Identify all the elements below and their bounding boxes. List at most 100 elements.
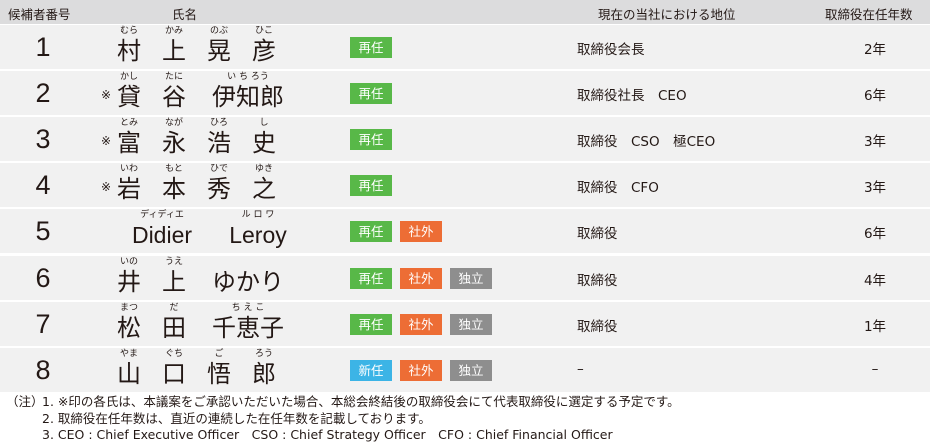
note-2: 2. 取締役在任年数は、直近の連続した在任年数を記載しております。 [42, 410, 431, 426]
name-part: まつ松 [116, 303, 142, 343]
candidate-row: 1 むら村かみ上のぶ晃ひこ彦再任 取締役会長 2年 [0, 25, 930, 69]
name-part: いの井 [116, 257, 142, 297]
candidate-row: 4 ※ いわ岩もと本ひで秀ゆき之再任 取締役 CFO 3年 [0, 163, 930, 208]
badge-new: 新任 [350, 359, 392, 381]
years-text: 4年 [863, 272, 887, 289]
name-part: ろう郎 [251, 349, 277, 389]
name-ruby: なが [164, 118, 183, 129]
name-text: 松 [117, 313, 141, 342]
name-text: 村 [117, 37, 141, 65]
name-text: 秀 [207, 175, 231, 204]
badge-independent: 独立 [450, 313, 492, 335]
badge-reappointed: 再任 [350, 221, 392, 243]
representative-mark: ※ [101, 88, 112, 103]
name-ruby: のぶ [209, 26, 228, 36]
note-row-3: 3. CEO : Chief Executive Officer CSO : C… [6, 427, 926, 444]
years-text: 6年 [863, 226, 887, 243]
name-ruby: ち え こ [231, 302, 265, 313]
name-text: 本 [162, 175, 186, 204]
name-text: 永 [162, 129, 186, 158]
name-text: 貸 [117, 83, 141, 112]
years-text: – [871, 360, 879, 377]
candidate-number: 7 [35, 308, 51, 339]
candidate-number: 6 [35, 262, 51, 293]
name-ruby: たに [164, 72, 183, 83]
name-part: ひで秀 [206, 164, 232, 204]
name-ruby: い ち ろう [227, 72, 269, 83]
notes-prefix: （注） [6, 394, 44, 409]
name-ruby: ディディエ [140, 210, 184, 221]
badge-reappointed: 再任 [350, 37, 392, 58]
position-text: 取締役 CSO 極CEO [577, 134, 716, 151]
badge-outside: 社外 [400, 221, 442, 243]
position-text: 取締役社長 CEO [577, 88, 687, 105]
badge-reappointed: 再任 [350, 83, 392, 105]
name-part: だ田 [161, 303, 187, 343]
candidate-table-page: 候補者番号 氏名 現在の当社における地位 取締役在任年数 1 むら村かみ上のぶ晃ひ… [0, 0, 930, 444]
name-text: 悟 [207, 359, 231, 388]
candidate-row: 2 ※ かし貸たに谷い ち ろう 伊知郎 再任 取締役社長 CEO 6年 [0, 71, 930, 116]
name-part: もと本 [161, 164, 187, 204]
notes: （注） 1. ※印の各氏は、本議案をご承認いただいた場合、本総会終結後の取締役会… [6, 394, 926, 444]
name-text: Didier [131, 222, 193, 249]
badge-reappointed: 再任 [350, 267, 392, 289]
name-text: 富 [117, 129, 141, 158]
name-ruby: とみ [119, 118, 138, 129]
name-text: 史 [252, 129, 276, 158]
years-text: 6年 [863, 88, 887, 105]
position-text: 取締役 [577, 318, 618, 335]
note-3: 3. CEO : Chief Executive Officer CSO : C… [42, 427, 613, 442]
name-part: ひろ浩 [206, 118, 232, 158]
name-text: 上 [162, 267, 186, 296]
note-row-1: （注） 1. ※印の各氏は、本議案をご承認いただいた場合、本総会終結後の取締役会… [6, 394, 926, 411]
header-name: 氏名 [172, 7, 198, 22]
years-text: 2年 [863, 42, 887, 58]
header-position: 現在の当社における地位 [598, 7, 736, 22]
badge-reappointed: 再任 [350, 313, 392, 335]
name-text: 井 [117, 267, 141, 296]
name-part: やま山 [116, 349, 142, 389]
name-part: うえ上 [161, 257, 187, 297]
name-part: のぶ晃 [206, 26, 232, 66]
candidate-row: 7 まつ松だ田ち え こ千恵子 再任 社外 独立 取締役 1年 [0, 301, 930, 346]
years-text: 1年 [863, 318, 887, 335]
name-text: 千恵子 [212, 313, 284, 342]
header-years: 取締役在任年数 [825, 7, 913, 22]
badge-independent: 独立 [450, 359, 492, 381]
name-ruby: ひこ [254, 26, 273, 36]
name-ruby: ぐち [164, 348, 183, 359]
note-1: 1. ※印の各氏は、本議案をご承認いただいた場合、本総会終結後の取締役会にて代表… [42, 394, 680, 409]
position-text: 取締役 CFO [577, 180, 659, 197]
name-ruby: ご [214, 348, 224, 359]
header-candidate-number: 候補者番号 [8, 7, 71, 22]
name-text: 山 [117, 359, 141, 388]
name-ruby: いの [119, 256, 138, 267]
name-part: かみ上 [161, 26, 187, 66]
name-ruby: ル ロ ワ [241, 210, 275, 221]
name-ruby: ゆき [254, 164, 273, 175]
candidate-number: 3 [35, 124, 51, 155]
name-part: し史 [251, 118, 277, 158]
badge-outside: 社外 [400, 359, 442, 381]
position-text: 取締役 [577, 272, 618, 289]
name-part: いわ岩 [116, 164, 142, 204]
years-text: 3年 [863, 180, 887, 197]
badge-reappointed: 再任 [350, 175, 392, 197]
name-text: 晃 [207, 37, 231, 65]
candidate-number: 8 [35, 354, 51, 385]
position-text: 取締役会長 [577, 42, 645, 58]
name-part: かし貸 [116, 72, 142, 112]
candidate-number: 4 [35, 170, 51, 201]
name-text: 谷 [162, 83, 186, 112]
position-text: – [577, 360, 584, 377]
candidate-row: 6 いの井うえ上ゆかり 再任 社外 独立 取締役 4年 [0, 255, 930, 300]
name-text: Leroy [229, 222, 287, 249]
name-text: 田 [162, 313, 186, 342]
name-text: 伊知郎 [212, 83, 284, 112]
note-row-2: 2. 取締役在任年数は、直近の連続した在任年数を記載しております。 [6, 411, 926, 428]
name-text: 彦 [252, 37, 276, 65]
name-part: ち え こ千恵子 [206, 303, 290, 343]
badge-outside: 社外 [400, 267, 442, 289]
badge-independent: 独立 [450, 267, 492, 289]
name-part: ゆき之 [251, 164, 277, 204]
